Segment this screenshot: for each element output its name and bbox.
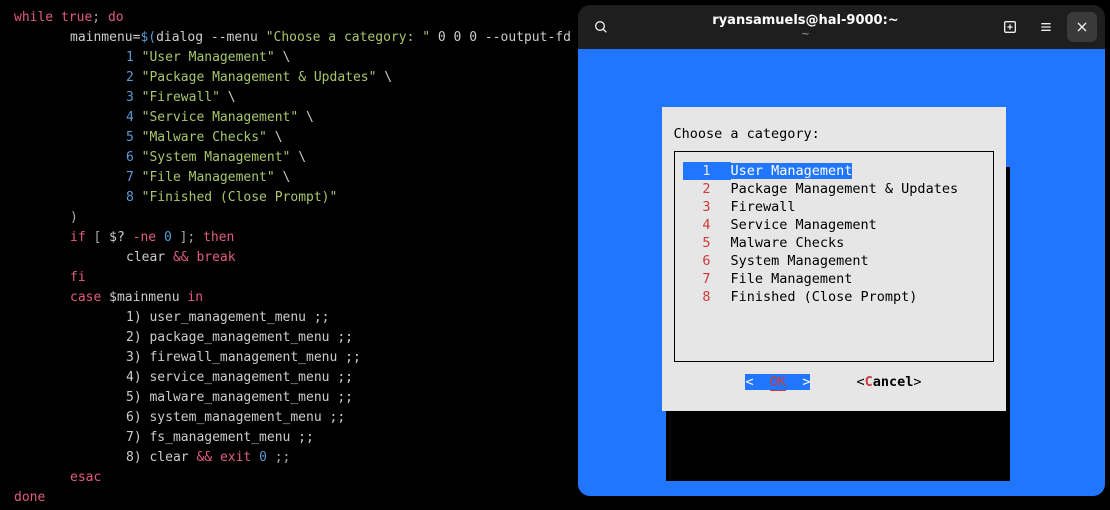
dialog-menu-item[interactable]: 1User Management xyxy=(683,162,986,180)
dialog-menu-item-label: Firewall xyxy=(731,198,986,216)
dialog-menu-item[interactable]: 8Finished (Close Prompt) xyxy=(683,288,986,306)
dialog-menu-item-tag: 4 xyxy=(683,216,731,234)
dialog-menu-item-label: System Management xyxy=(731,252,986,270)
dialog-button-row: < OK > <Cancel> xyxy=(674,373,994,391)
dialog-menu-item-label: Service Management xyxy=(731,216,986,234)
dialog-menu-item[interactable]: 5Malware Checks xyxy=(683,234,986,252)
code-line: 2 "Package Management & Updates" \ xyxy=(14,68,578,88)
search-icon[interactable] xyxy=(586,12,616,42)
code-line: 8 "Finished (Close Prompt)" xyxy=(14,188,578,208)
code-line: 6) system_management_menu ;; xyxy=(14,408,578,428)
code-line: 5 "Malware Checks" \ xyxy=(14,128,578,148)
dialog-menu-item-tag: 5 xyxy=(683,234,731,252)
dialog-menu-item[interactable]: 3Firewall xyxy=(683,198,986,216)
dialog-menu-item-tag: 1 xyxy=(683,162,731,180)
dialog-menu-item-label: Package Management & Updates xyxy=(731,180,986,198)
code-line: mainmenu=$(dialog --menu "Choose a categ… xyxy=(14,28,578,48)
code-line: while true; do xyxy=(14,8,578,28)
terminal-body[interactable]: Choose a category: 1User Management2Pack… xyxy=(578,49,1105,496)
code-line: 3) firewall_management_menu ;; xyxy=(14,348,578,368)
dialog-menu-item-tag: 8 xyxy=(683,288,731,306)
dialog-menu-frame: 1User Management2Package Management & Up… xyxy=(674,151,994,361)
dialog-menu-item-label: Malware Checks xyxy=(731,234,986,252)
dialog-menu-item[interactable]: 4Service Management xyxy=(683,216,986,234)
code-line: 2) package_management_menu ;; xyxy=(14,328,578,348)
code-line: esac xyxy=(14,468,578,488)
code-line: if [ $? -ne 0 ]; then xyxy=(14,228,578,248)
code-line: 3 "Firewall" \ xyxy=(14,88,578,108)
code-line: fi xyxy=(14,268,578,288)
code-line: 7 "File Management" \ xyxy=(14,168,578,188)
new-tab-icon[interactable] xyxy=(995,12,1025,42)
dialog-cancel-button[interactable]: <Cancel> xyxy=(856,373,921,391)
dialog-menu-item-label: User Management xyxy=(731,162,986,180)
code-line: 4) service_management_menu ;; xyxy=(14,368,578,388)
code-line: case $mainmenu in xyxy=(14,288,578,308)
hamburger-icon[interactable] xyxy=(1031,12,1061,42)
code-line: 7) fs_management_menu ;; xyxy=(14,428,578,448)
dialog-menu-item[interactable]: 7File Management xyxy=(683,270,986,288)
close-icon[interactable] xyxy=(1067,12,1097,42)
terminal-window: ryansamuels@hal-9000:~ ~ Choose a catego… xyxy=(578,5,1105,496)
code-line: 5) malware_management_menu ;; xyxy=(14,388,578,408)
code-editor[interactable]: while true; domainmenu=$(dialog --menu "… xyxy=(0,0,578,510)
dialog-menu-item-tag: 7 xyxy=(683,270,731,288)
dialog-menu-item-tag: 3 xyxy=(683,198,731,216)
code-line: ) xyxy=(14,208,578,228)
dialog-prompt: Choose a category: xyxy=(674,125,994,143)
code-line: 1) user_management_menu ;; xyxy=(14,308,578,328)
dialog-menu-item[interactable]: 6System Management xyxy=(683,252,986,270)
code-line: clear && break xyxy=(14,248,578,268)
dialog-menu-item-label: Finished (Close Prompt) xyxy=(731,288,986,306)
terminal-title: ryansamuels@hal-9000:~ xyxy=(616,13,995,29)
code-line: 1 "User Management" \ xyxy=(14,48,578,68)
dialog-box: Choose a category: 1User Management2Pack… xyxy=(662,107,1006,411)
dialog-menu-list[interactable]: 1User Management2Package Management & Up… xyxy=(683,162,986,306)
code-line: 8) clear && exit 0 ;; xyxy=(14,448,578,468)
dialog-menu-item-label: File Management xyxy=(731,270,986,288)
terminal-titlebar: ryansamuels@hal-9000:~ ~ xyxy=(578,5,1105,49)
dialog-ok-button[interactable]: < OK > xyxy=(745,373,810,391)
dialog-menu-item-tag: 2 xyxy=(683,180,731,198)
dialog-menu-item-tag: 6 xyxy=(683,252,731,270)
terminal-subtitle: ~ xyxy=(616,29,995,41)
code-line: 6 "System Management" \ xyxy=(14,148,578,168)
code-line: 4 "Service Management" \ xyxy=(14,108,578,128)
dialog-menu-item[interactable]: 2Package Management & Updates xyxy=(683,180,986,198)
code-line: done xyxy=(14,488,578,508)
